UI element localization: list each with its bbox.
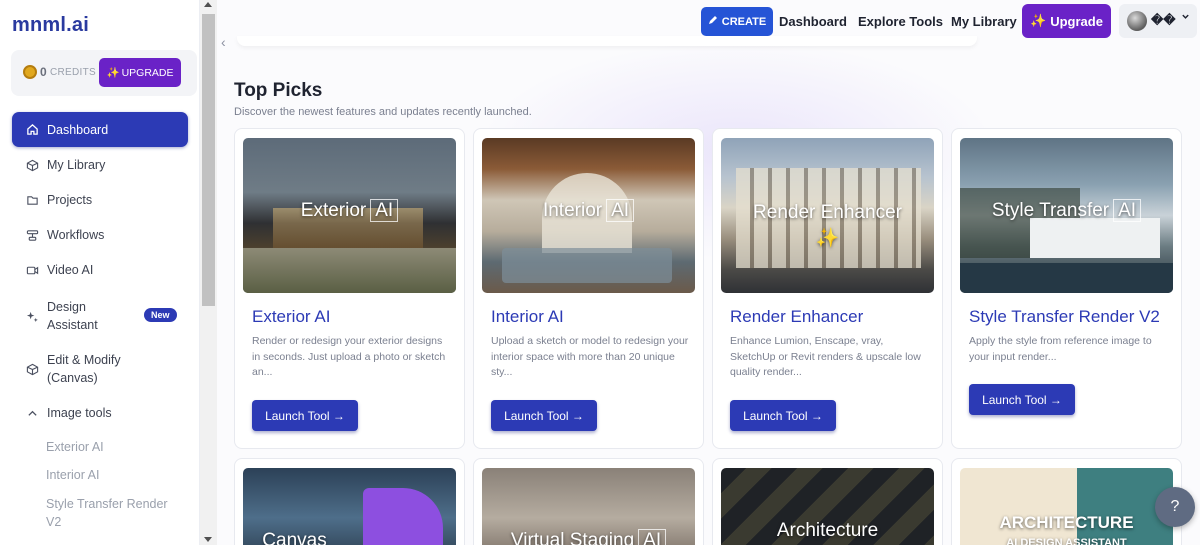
collapse-sidebar-icon[interactable]: ‹ <box>221 34 226 50</box>
sparkle-icon: ✨ <box>106 67 120 79</box>
sidebar-subitem-interior-ai[interactable]: Interior AI <box>46 466 186 484</box>
top-carousel-strip <box>237 36 977 46</box>
tool-card-virtual-staging[interactable]: Virtual Staging AI <box>473 458 704 545</box>
thumb-title: Architecture <box>776 520 879 541</box>
launch-tool-button[interactable]: Launch Tool → <box>491 400 597 431</box>
sidebar-item-video-ai[interactable]: Video AI <box>12 263 188 277</box>
chevron-up-icon <box>25 406 39 420</box>
card-thumbnail[interactable]: Style Transfer AI <box>960 138 1173 293</box>
card-thumbnail[interactable]: Interior AI <box>482 138 695 293</box>
nav-explore-tools-link[interactable]: Explore Tools <box>858 14 943 29</box>
card-description: Render or redesign your exterior designs… <box>252 335 446 378</box>
sidebar-item-workflows[interactable]: Workflows <box>12 228 188 242</box>
thumb-title: Virtual Staging <box>510 530 635 545</box>
sidebar-item-design-assistant[interactable]: Design Assistant New <box>12 298 188 334</box>
launch-tool-button[interactable]: Launch Tool → <box>969 384 1075 415</box>
thumb-title: Interior <box>542 200 603 221</box>
sparkle-icon: ✨ <box>815 228 840 249</box>
card-thumbnail[interactable]: Exterior AI <box>243 138 456 293</box>
sidebar-item-projects[interactable]: Projects <box>12 193 188 207</box>
card-title[interactable]: Render Enhancer <box>730 307 863 327</box>
sidebar: mnml.ai 0 CREDITS ✨ UPGRADE Dashboard My… <box>0 0 200 545</box>
video-icon <box>25 263 39 277</box>
card-title[interactable]: Interior AI <box>491 307 564 327</box>
thumb-title: ARCHITECTURE <box>999 513 1134 532</box>
sidebar-item-label: Projects <box>47 193 93 207</box>
sidebar-item-label: Image tools <box>47 406 112 420</box>
nav-dashboard-link[interactable]: Dashboard <box>779 14 847 29</box>
new-badge: New <box>144 308 177 322</box>
card-description: Upload a sketch or model to redesign you… <box>491 335 689 378</box>
avatar <box>1127 11 1147 31</box>
sparkles-icon <box>25 309 39 323</box>
chevron-down-icon <box>1181 12 1190 24</box>
sidebar-item-my-library[interactable]: My Library <box>12 158 188 172</box>
scroll-up-arrow-icon[interactable] <box>204 2 212 7</box>
scroll-down-arrow-icon[interactable] <box>204 537 212 542</box>
header-upgrade-button[interactable]: ✨ Upgrade <box>1022 4 1111 38</box>
create-button[interactable]: CREATE <box>701 7 773 36</box>
sidebar-scrollbar[interactable] <box>200 0 217 545</box>
workflow-icon <box>25 228 39 242</box>
tool-card-style-transfer[interactable]: Style Transfer AI Style Transfer Render V… <box>951 128 1182 449</box>
tool-card-canvas[interactable]: Canvas <box>234 458 465 545</box>
tool-card-architecture[interactable]: Architecture <box>712 458 943 545</box>
card-description: Apply the style from reference image to … <box>969 335 1152 363</box>
section-subtitle: Discover the newest features and updates… <box>234 106 532 118</box>
main-content: ‹ CREATE Dashboard Explore Tools My Libr… <box>217 0 1200 545</box>
box-icon <box>25 362 39 376</box>
sidebar-subitem-style-transfer[interactable]: Style Transfer Render V2 <box>46 495 176 531</box>
thumb-ai-label: AI <box>638 529 667 545</box>
thumb-title: Exterior <box>300 200 367 221</box>
thumb-subtitle: AI DESIGN ASSISTANT <box>1006 537 1127 545</box>
sidebar-item-label: My Library <box>47 158 106 172</box>
tool-card-render-enhancer[interactable]: Render Enhancer ✨ Render Enhancer Enhanc… <box>712 128 943 449</box>
sidebar-item-edit-modify[interactable]: Edit & Modify (Canvas) <box>12 351 188 387</box>
card-thumbnail[interactable]: Render Enhancer ✨ <box>721 138 934 293</box>
sidebar-subitem-exterior-ai[interactable]: Exterior AI <box>46 438 186 456</box>
sidebar-item-label: Dashboard <box>47 122 109 137</box>
sparkle-icon: ✨ <box>1030 13 1047 28</box>
card-title[interactable]: Style Transfer Render V2 <box>969 307 1160 327</box>
thumb-ai-label: AI <box>606 199 635 222</box>
cube-icon <box>25 158 39 172</box>
tool-card-interior-ai[interactable]: Interior AI Interior AI Upload a sketch o… <box>473 128 704 449</box>
tool-card-design-assistant[interactable]: ARCHITECTURE AI DESIGN ASSISTANT <box>951 458 1182 545</box>
help-button[interactable]: ? <box>1155 487 1195 527</box>
launch-tool-button[interactable]: Launch Tool → <box>252 400 358 431</box>
scrollbar-thumb[interactable] <box>202 14 215 306</box>
credits-box: 0 CREDITS ✨ UPGRADE <box>11 50 197 96</box>
thumb-title: Style Transfer <box>991 200 1110 221</box>
sidebar-item-label: Edit & Modify (Canvas) <box>47 353 121 385</box>
thumb-ai-label: AI <box>1113 199 1142 222</box>
section-title: Top Picks <box>234 80 323 101</box>
folder-icon <box>25 193 39 207</box>
credit-count: 0 <box>40 65 47 79</box>
card-title[interactable]: Exterior AI <box>252 307 330 327</box>
user-name: �� <box>1151 13 1176 27</box>
launch-tool-button[interactable]: Launch Tool → <box>730 400 836 431</box>
coin-icon <box>23 65 37 79</box>
sidebar-item-label: Workflows <box>47 228 105 242</box>
tool-card-exterior-ai[interactable]: Exterior AI Exterior AI Render or redesig… <box>234 128 465 449</box>
sidebar-item-dashboard[interactable]: Dashboard <box>12 112 188 147</box>
card-thumbnail[interactable]: Canvas <box>243 468 456 545</box>
thumb-title: Canvas <box>262 530 327 545</box>
card-thumbnail[interactable]: Virtual Staging AI <box>482 468 695 545</box>
nav-my-library-link[interactable]: My Library <box>951 14 1017 29</box>
card-description: Enhance Lumion, Enscape, vray, SketchUp … <box>730 335 921 378</box>
home-icon <box>25 123 39 137</box>
user-menu[interactable]: �� <box>1119 4 1197 38</box>
sidebar-item-label: Video AI <box>47 263 94 277</box>
pen-icon <box>708 15 718 28</box>
thumb-ai-label: AI <box>370 199 399 222</box>
sidebar-upgrade-button[interactable]: ✨ UPGRADE <box>99 58 181 87</box>
thumb-title: Render Enhancer <box>753 202 902 223</box>
sidebar-item-label: Design Assistant <box>47 300 98 332</box>
sidebar-item-image-tools[interactable]: Image tools <box>12 406 188 420</box>
card-thumbnail[interactable]: Architecture <box>721 468 934 545</box>
card-thumbnail[interactable]: ARCHITECTURE AI DESIGN ASSISTANT <box>960 468 1173 545</box>
logo[interactable]: mnml.ai <box>12 14 89 37</box>
credit-label: CREDITS <box>50 67 96 78</box>
